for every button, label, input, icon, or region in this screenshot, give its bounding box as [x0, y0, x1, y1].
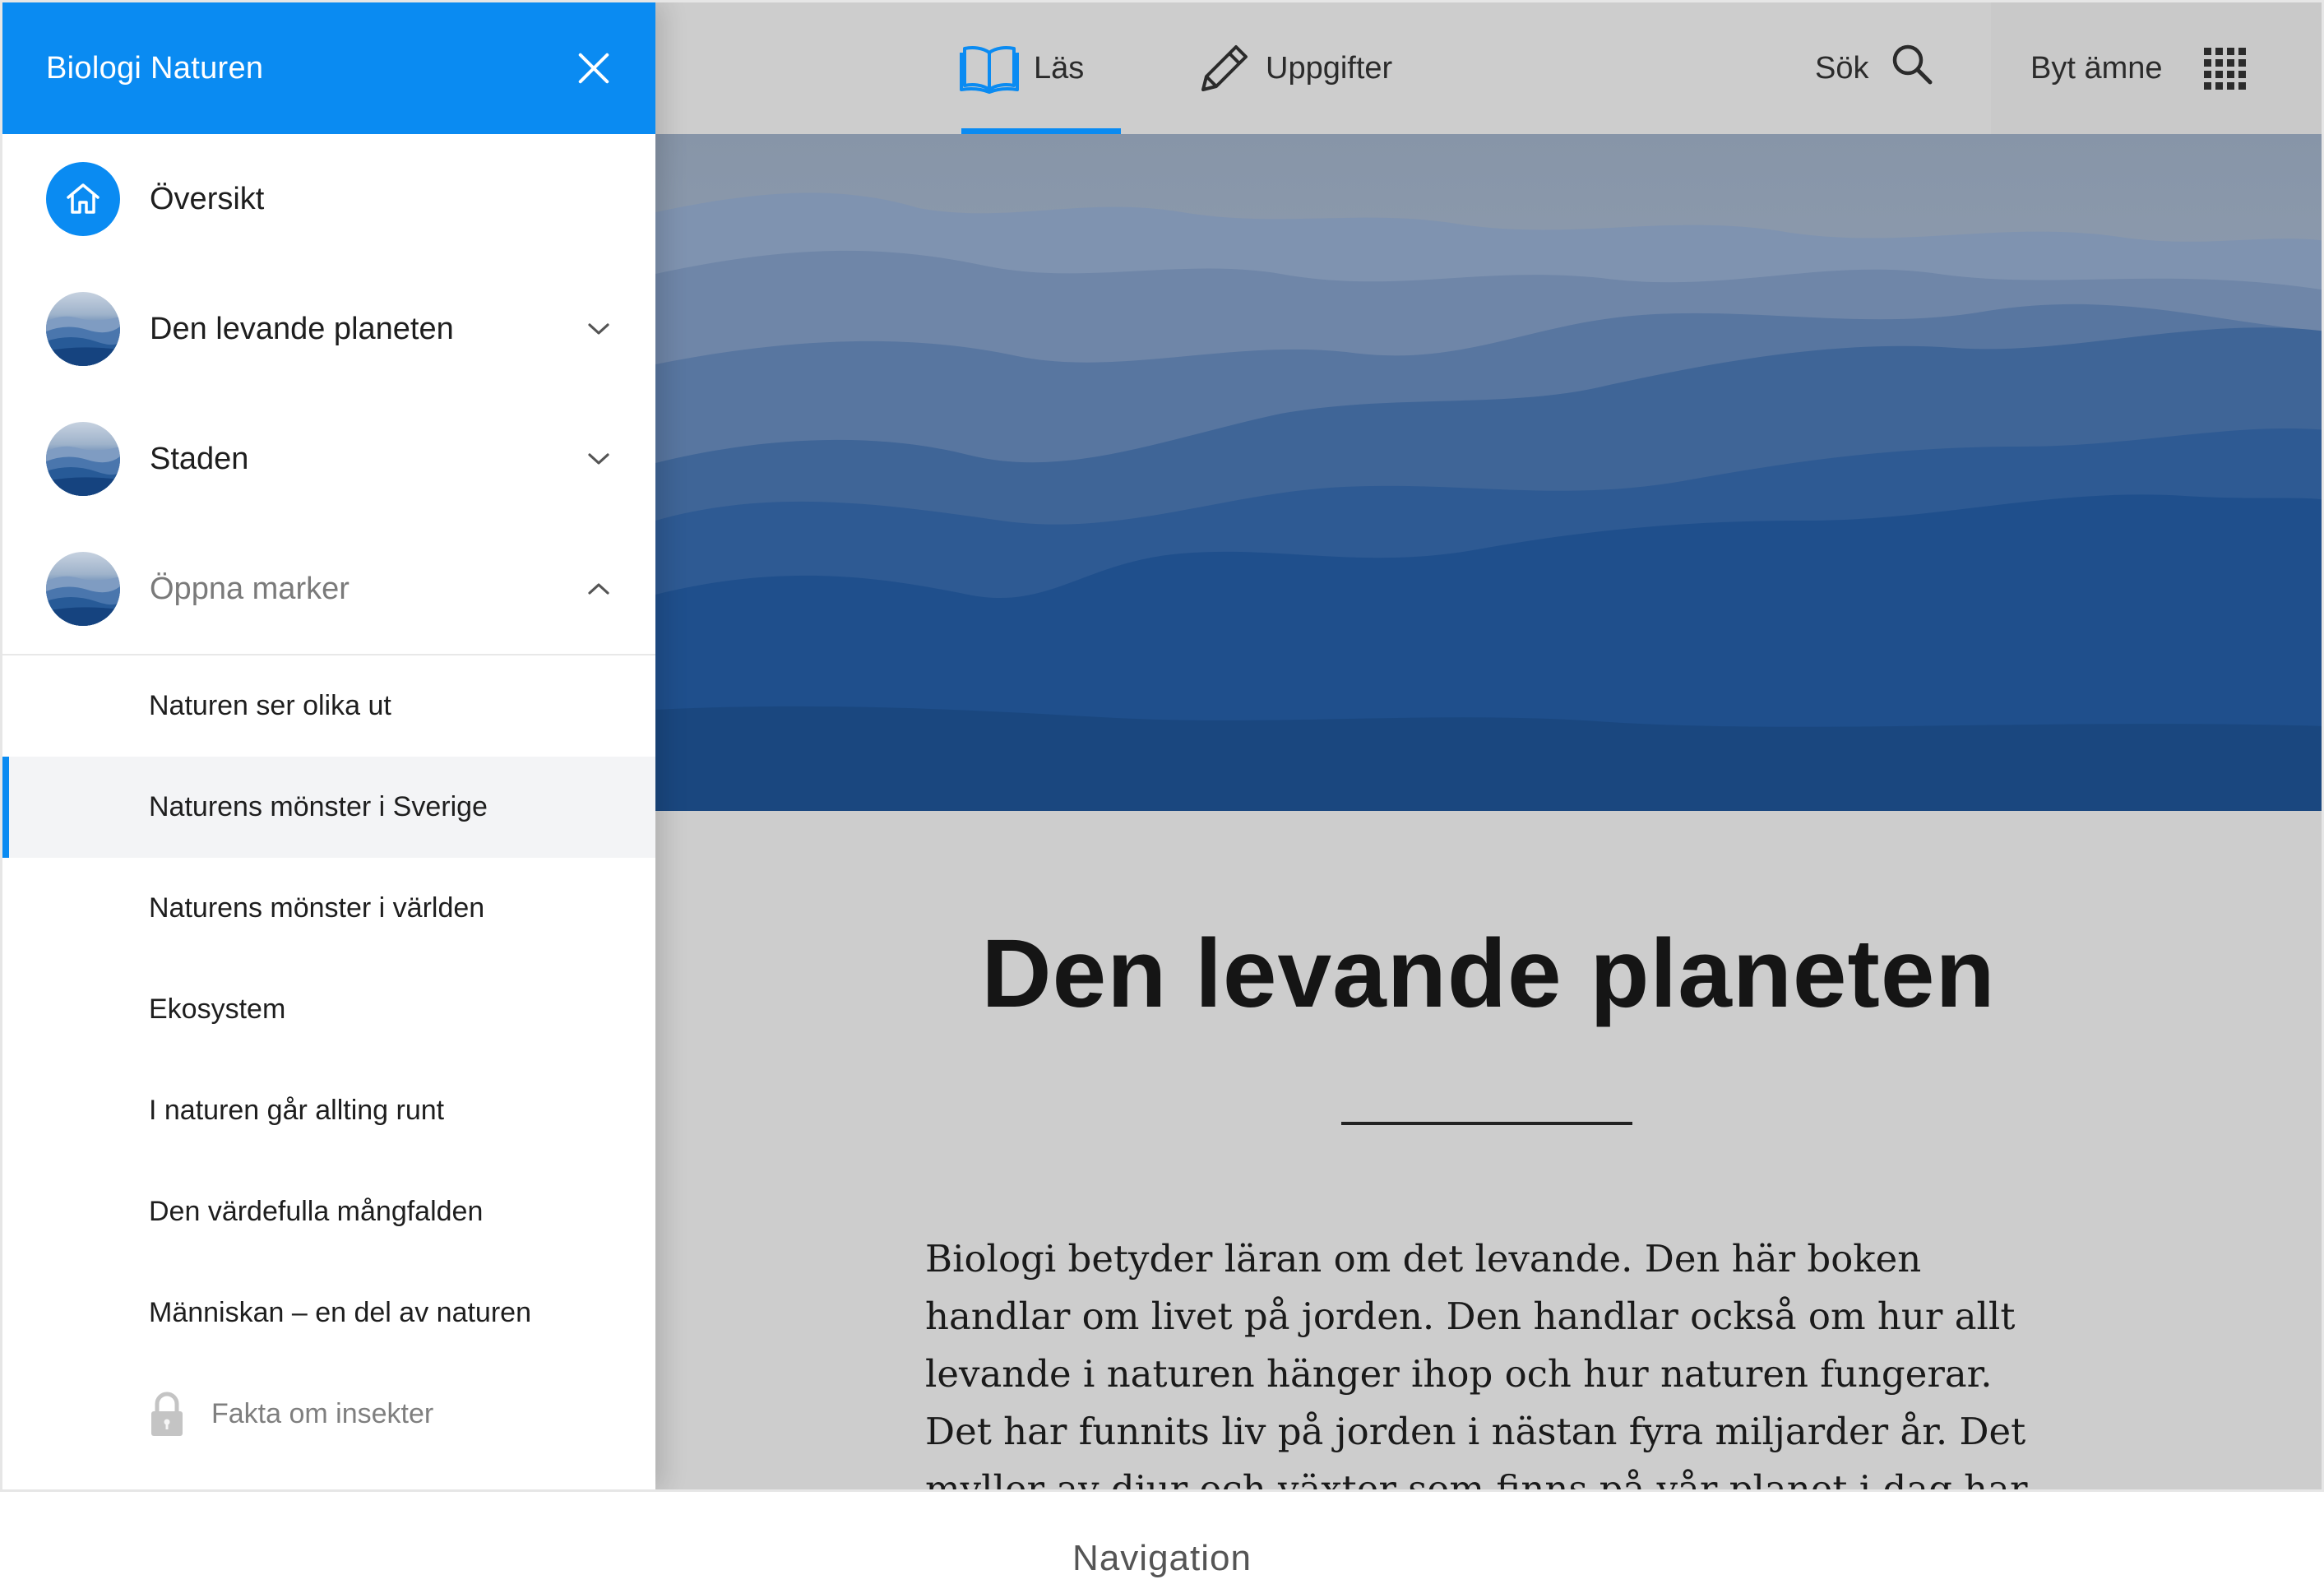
subchapter-item[interactable]: Den värdefulla mångfalden	[2, 1161, 655, 1262]
title-divider	[1341, 1122, 1632, 1125]
hero-image	[655, 134, 2322, 811]
close-icon[interactable]	[576, 51, 611, 86]
chapter-thumbnail	[46, 422, 120, 496]
app-frame: Biologi Naturen Översikt Den levande pla…	[0, 0, 2324, 1492]
chapter-label: Staden	[150, 441, 249, 476]
chapter-thumbnail	[46, 552, 120, 626]
chapter-item-city[interactable]: Staden	[2, 394, 655, 524]
search-icon	[1890, 42, 1934, 95]
book-icon	[960, 43, 1019, 94]
search-button[interactable]: Sök	[1815, 2, 1934, 134]
pencil-icon	[1198, 42, 1251, 95]
tab-tasks-label: Uppgifter	[1266, 50, 1393, 86]
lock-icon	[149, 1392, 185, 1438]
subchapter-label: Fakta om insekter	[211, 1398, 434, 1429]
tab-tasks[interactable]: Uppgifter	[1198, 2, 1392, 134]
active-tab-indicator	[961, 128, 1121, 134]
switch-subject-button[interactable]: Byt ämne	[1991, 2, 2322, 134]
tab-read-label: Läs	[1034, 50, 1085, 86]
grid-icon	[2203, 47, 2246, 90]
switch-subject-label: Byt ämne	[2030, 50, 2163, 86]
chevron-down-icon[interactable]	[586, 447, 611, 471]
chapter-item-open-land[interactable]: Öppna marker	[2, 524, 655, 654]
chevron-down-icon[interactable]	[586, 317, 611, 341]
home-icon	[46, 162, 120, 236]
subchapter-item[interactable]: Naturen ser olika ut	[2, 655, 655, 757]
subchapter-item[interactable]: I naturen går allting runt	[2, 1060, 655, 1161]
drawer-header: Biologi Naturen	[2, 2, 655, 134]
chevron-up-icon[interactable]	[586, 577, 611, 601]
chapter-label: Den levande planeten	[150, 311, 454, 346]
screen-caption: Navigation	[1072, 1538, 1252, 1578]
navigation-drawer: Biologi Naturen Översikt Den levande pla…	[2, 2, 655, 1489]
chapter-label: Öppna marker	[150, 571, 350, 606]
chapter-thumbnail	[46, 292, 120, 366]
chapter-item-overview[interactable]: Översikt	[2, 134, 655, 264]
chapter-item-living-planet[interactable]: Den levande planeten	[2, 264, 655, 394]
subchapter-item[interactable]: Ekosystem	[2, 959, 655, 1060]
subchapter-item-active[interactable]: Naturens mönster i Sverige	[2, 757, 655, 858]
chapter-label: Översikt	[150, 181, 265, 216]
article-title: Den levande planeten	[981, 919, 1996, 1028]
article: Den levande planeten Biologi betyder lär…	[655, 811, 2322, 1489]
subchapter-item-locked[interactable]: Fakta om insekter	[2, 1364, 655, 1465]
top-bar: Läs Uppgifter Sök Byt ämne	[655, 2, 2322, 134]
drawer-title: Biologi Naturen	[46, 50, 264, 86]
tab-read[interactable]: Läs	[960, 2, 1084, 134]
article-body: Biologi betyder läran om det levande. De…	[925, 1237, 2028, 1489]
subchapter-item[interactable]: Naturens mönster i världen	[2, 858, 655, 959]
subchapter-item[interactable]: Människan – en del av naturen	[2, 1262, 655, 1364]
search-label: Sök	[1815, 50, 1869, 86]
